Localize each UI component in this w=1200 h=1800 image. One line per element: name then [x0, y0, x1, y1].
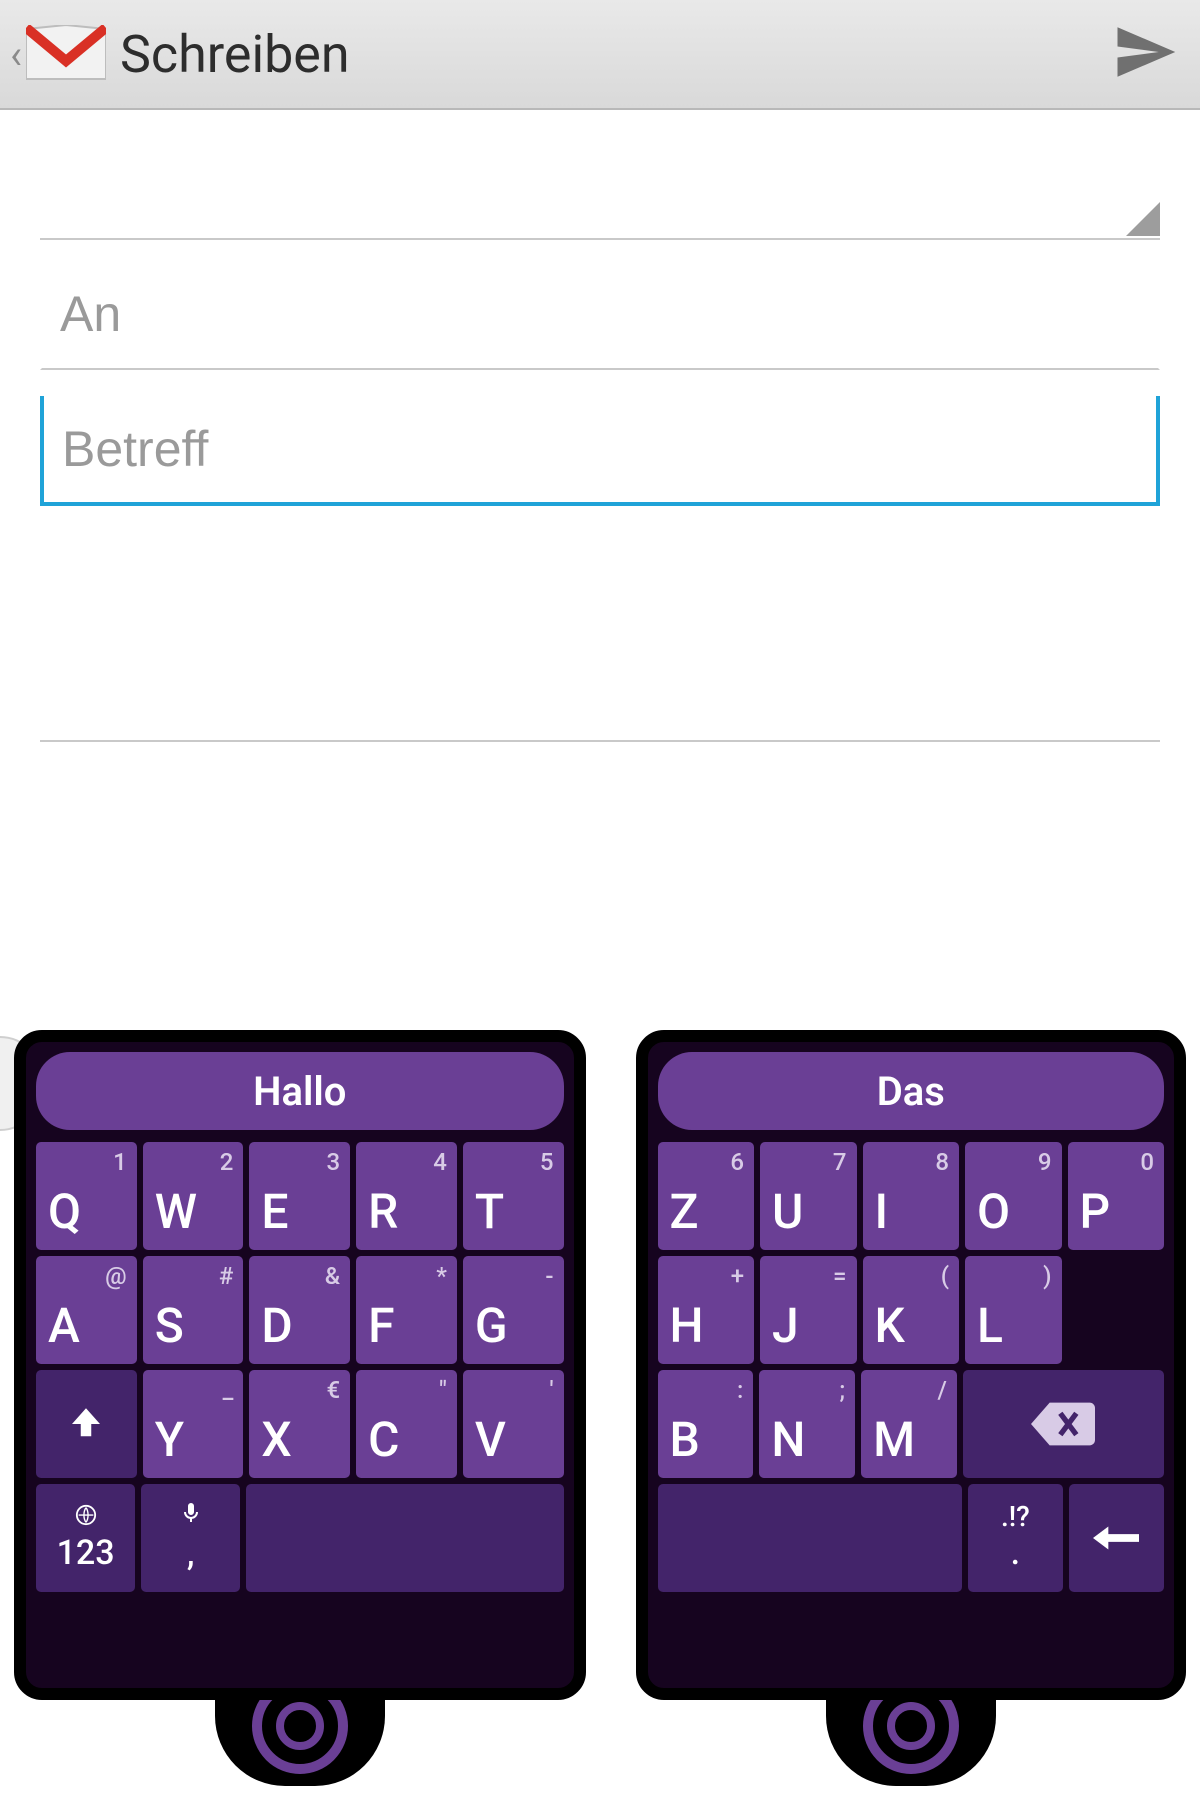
- backspace-icon: [963, 1370, 1164, 1478]
- keyboard-handle-left[interactable]: [215, 1666, 385, 1786]
- key-z[interactable]: 6Z: [658, 1142, 754, 1250]
- swiftkey-logo-icon: [71, 1500, 101, 1533]
- key-g[interactable]: -G: [463, 1256, 564, 1364]
- key-b[interactable]: :B: [658, 1370, 754, 1478]
- gmail-icon[interactable]: [26, 25, 106, 83]
- key-d[interactable]: &D: [249, 1256, 350, 1364]
- shift-icon: [36, 1370, 137, 1478]
- key-y[interactable]: _Y: [143, 1370, 244, 1478]
- keyboard-left-half: Hallo 1Q 2W 3E 4R 5T @A #S &D *F -G _Y €…: [14, 1030, 586, 1700]
- key-mode-123[interactable]: 123: [36, 1484, 135, 1592]
- key-u[interactable]: 7U: [760, 1142, 856, 1250]
- key-i[interactable]: 8I: [863, 1142, 960, 1250]
- to-field[interactable]: [40, 260, 1160, 370]
- screen-title: Schreiben: [120, 24, 350, 85]
- key-p[interactable]: 0P: [1068, 1142, 1164, 1250]
- key-x[interactable]: €X: [249, 1370, 350, 1478]
- send-button[interactable]: [1112, 19, 1190, 89]
- action-bar: ‹ Schreiben: [0, 0, 1200, 110]
- body-field[interactable]: [40, 592, 1160, 742]
- key-w[interactable]: 2W: [143, 1142, 244, 1250]
- key-j[interactable]: =J: [760, 1256, 856, 1364]
- key-s[interactable]: #S: [143, 1256, 244, 1364]
- key-backspace[interactable]: [963, 1370, 1164, 1478]
- key-n[interactable]: ;N: [759, 1370, 855, 1478]
- send-icon: [1112, 19, 1178, 85]
- key-c[interactable]: "C: [356, 1370, 457, 1478]
- key-t[interactable]: 5T: [463, 1142, 564, 1250]
- key-o[interactable]: 9O: [965, 1142, 1061, 1250]
- key-a[interactable]: @A: [36, 1256, 137, 1364]
- subject-field[interactable]: [40, 396, 1160, 506]
- key-space-left[interactable]: [246, 1484, 563, 1592]
- suggestion-left[interactable]: Hallo: [36, 1052, 564, 1130]
- key-r[interactable]: 4R: [356, 1142, 457, 1250]
- key-blank: [1068, 1256, 1164, 1364]
- key-comma[interactable]: ,: [141, 1484, 240, 1592]
- key-q[interactable]: 1Q: [36, 1142, 137, 1250]
- key-k[interactable]: (K: [863, 1256, 960, 1364]
- key-v[interactable]: 'V: [463, 1370, 564, 1478]
- dropdown-triangle-icon: [1126, 202, 1160, 236]
- compose-form: [0, 110, 1200, 742]
- key-space-right[interactable]: [658, 1484, 962, 1592]
- suggestion-right[interactable]: Das: [658, 1052, 1164, 1130]
- mic-icon: [179, 1499, 203, 1534]
- keyboard-right-half: Das 6Z 7U 8I 9O 0P +H =J (K )L :B ;N /M: [636, 1030, 1186, 1700]
- from-field[interactable]: [40, 150, 1160, 240]
- enter-arrow-icon: [1069, 1484, 1164, 1592]
- key-h[interactable]: +H: [658, 1256, 754, 1364]
- key-m[interactable]: /M: [861, 1370, 957, 1478]
- key-enter[interactable]: [1069, 1484, 1164, 1592]
- split-keyboard: › Hallo 1Q 2W 3E 4R 5T @A #S &D *F -G _Y…: [0, 1030, 1200, 1800]
- keyboard-handle-right[interactable]: [826, 1666, 996, 1786]
- back-chevron-icon[interactable]: ‹: [10, 31, 22, 78]
- key-f[interactable]: *F: [356, 1256, 457, 1364]
- key-l[interactable]: )L: [965, 1256, 1061, 1364]
- key-period[interactable]: .!? .: [968, 1484, 1063, 1592]
- key-shift[interactable]: [36, 1370, 137, 1478]
- key-e[interactable]: 3E: [249, 1142, 350, 1250]
